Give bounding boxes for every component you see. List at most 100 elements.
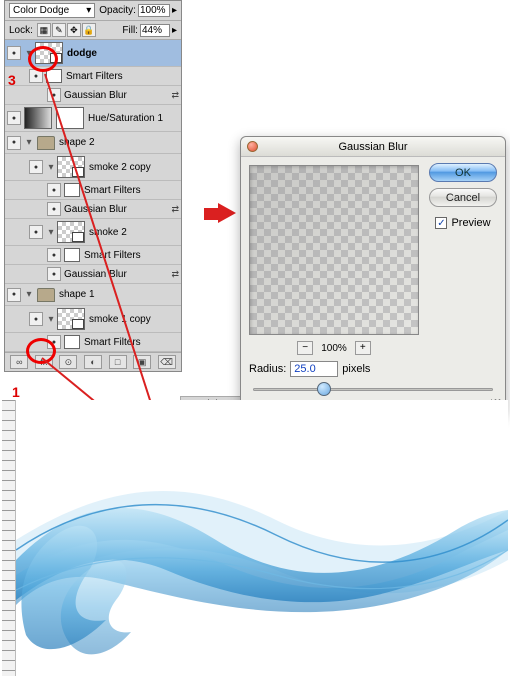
filter-mask-thumbnail[interactable]: [64, 335, 80, 349]
chevron-down-icon[interactable]: ▸: [172, 5, 177, 16]
folder-icon: [37, 288, 55, 302]
layer-smoke-1-copy[interactable]: ▾ smoke 1 copy: [5, 306, 181, 333]
smart-filters-row[interactable]: Smart Filters: [5, 181, 181, 200]
checkbox-icon: ✓: [435, 217, 447, 229]
layer-smoke-2[interactable]: ▾ smoke 2: [5, 219, 181, 246]
radius-input[interactable]: [290, 361, 338, 377]
lock-position-icon[interactable]: ✥: [67, 23, 81, 37]
opacity-input[interactable]: [138, 4, 170, 17]
layer-thumbnail[interactable]: [57, 156, 85, 178]
blend-mode-select[interactable]: Color Dodge ▾: [9, 3, 95, 18]
smart-filters-row[interactable]: Smart Filters: [5, 67, 181, 86]
gaussian-blur-dialog: Gaussian Blur − 100% + OK Cancel ✓ Previ…: [240, 136, 506, 414]
layer-name[interactable]: smoke 2: [89, 227, 179, 238]
layer-thumbnail[interactable]: [24, 107, 52, 129]
filter-mask-thumbnail[interactable]: [64, 183, 80, 197]
zoom-out-button[interactable]: −: [297, 341, 313, 355]
slider-track: [253, 388, 493, 391]
layer-name[interactable]: Hue/Saturation 1: [88, 113, 179, 124]
preview-image[interactable]: [249, 165, 419, 335]
fold-icon[interactable]: ▾: [24, 48, 34, 59]
close-button[interactable]: [247, 141, 258, 152]
smart-filters-label: Smart Filters: [84, 250, 179, 261]
eye-icon[interactable]: [47, 335, 61, 349]
filter-options-icon[interactable]: ⇄: [171, 204, 179, 215]
layer-name[interactable]: dodge: [67, 48, 179, 59]
group-name[interactable]: shape 1: [59, 289, 179, 300]
group-shape-1[interactable]: ▾ shape 1: [5, 284, 181, 306]
new-layer-button[interactable]: ▣: [133, 355, 151, 369]
delete-layer-button[interactable]: ⌫: [158, 355, 176, 369]
filter-name: Gaussian Blur: [64, 269, 169, 280]
eye-icon[interactable]: [47, 88, 61, 102]
layer-hue-saturation[interactable]: Hue/Saturation 1: [5, 105, 181, 132]
layer-name[interactable]: smoke 1 copy: [89, 314, 179, 325]
preview-label: Preview: [451, 217, 490, 229]
layer-mask-thumbnail[interactable]: [56, 107, 84, 129]
eye-icon[interactable]: [29, 312, 43, 326]
radius-slider[interactable]: [253, 381, 493, 397]
link-layers-button[interactable]: ∞: [10, 355, 28, 369]
zoom-controls: − 100% +: [249, 341, 419, 355]
dialog-titlebar[interactable]: Gaussian Blur: [241, 137, 505, 157]
fold-icon[interactable]: ▾: [46, 314, 56, 325]
opacity-control: Opacity: ▸: [99, 4, 177, 17]
fold-icon[interactable]: ▾: [24, 137, 34, 148]
fill-control: Fill: ▸: [122, 24, 177, 37]
filter-name: Gaussian Blur: [64, 90, 169, 101]
filter-gaussian-blur[interactable]: Gaussian Blur ⇄: [5, 200, 181, 219]
filter-gaussian-blur[interactable]: Gaussian Blur ⇄: [5, 265, 181, 284]
eye-icon[interactable]: [47, 202, 61, 216]
layer-mask-button[interactable]: ⊙: [59, 355, 77, 369]
layer-style-button[interactable]: fx: [35, 355, 53, 369]
fill-input[interactable]: [140, 24, 170, 37]
wave-artwork: [16, 400, 508, 676]
layers-list[interactable]: ▾ dodge Smart Filters Gaussian Blur ⇄ Hu…: [5, 40, 181, 352]
eye-icon[interactable]: [7, 288, 21, 302]
eye-icon[interactable]: [7, 111, 21, 125]
layer-thumbnail[interactable]: [57, 308, 85, 330]
chevron-down-icon[interactable]: ▸: [172, 25, 177, 36]
cancel-button[interactable]: Cancel: [429, 188, 497, 207]
document-canvas[interactable]: [2, 400, 508, 676]
fold-icon[interactable]: ▾: [46, 162, 56, 173]
smart-filters-label: Smart Filters: [84, 185, 179, 196]
eye-icon[interactable]: [47, 248, 61, 262]
layer-thumbnail[interactable]: [57, 221, 85, 243]
group-name[interactable]: shape 2: [59, 137, 179, 148]
opacity-label: Opacity:: [99, 5, 136, 16]
lock-pixels-icon[interactable]: ✎: [52, 23, 66, 37]
ok-button[interactable]: OK: [429, 163, 497, 182]
new-adjustment-button[interactable]: ◐: [84, 355, 102, 369]
fold-icon[interactable]: ▾: [24, 289, 34, 300]
lock-transparency-icon[interactable]: ▦: [37, 23, 51, 37]
filter-gaussian-blur[interactable]: Gaussian Blur ⇄: [5, 86, 181, 105]
zoom-in-button[interactable]: +: [355, 341, 371, 355]
lock-all-icon[interactable]: 🔒: [82, 23, 96, 37]
smart-filters-row[interactable]: Smart Filters: [5, 333, 181, 352]
layer-smoke-2-copy[interactable]: ▾ smoke 2 copy: [5, 154, 181, 181]
filter-mask-thumbnail[interactable]: [64, 248, 80, 262]
chevron-down-icon: ▾: [86, 5, 91, 16]
filter-options-icon[interactable]: ⇄: [171, 90, 179, 101]
new-group-button[interactable]: □: [109, 355, 127, 369]
filter-options-icon[interactable]: ⇄: [171, 269, 179, 280]
eye-icon[interactable]: [7, 136, 21, 150]
slider-thumb[interactable]: [317, 382, 331, 396]
radius-row: Radius: pixels: [249, 361, 497, 377]
smart-filters-row[interactable]: Smart Filters: [5, 246, 181, 265]
layer-thumbnail[interactable]: [35, 42, 63, 64]
layer-dodge[interactable]: ▾ dodge: [5, 40, 181, 67]
eye-icon[interactable]: [29, 69, 43, 83]
fold-icon[interactable]: ▾: [46, 227, 56, 238]
eye-icon[interactable]: [29, 160, 43, 174]
filter-mask-thumbnail[interactable]: [46, 69, 62, 83]
eye-icon[interactable]: [29, 225, 43, 239]
fill-label: Fill:: [122, 25, 138, 36]
layer-name[interactable]: smoke 2 copy: [89, 162, 179, 173]
group-shape-2[interactable]: ▾ shape 2: [5, 132, 181, 154]
eye-icon[interactable]: [47, 183, 61, 197]
eye-icon[interactable]: [47, 267, 61, 281]
preview-checkbox[interactable]: ✓ Preview: [435, 217, 490, 229]
eye-icon[interactable]: [7, 46, 21, 60]
